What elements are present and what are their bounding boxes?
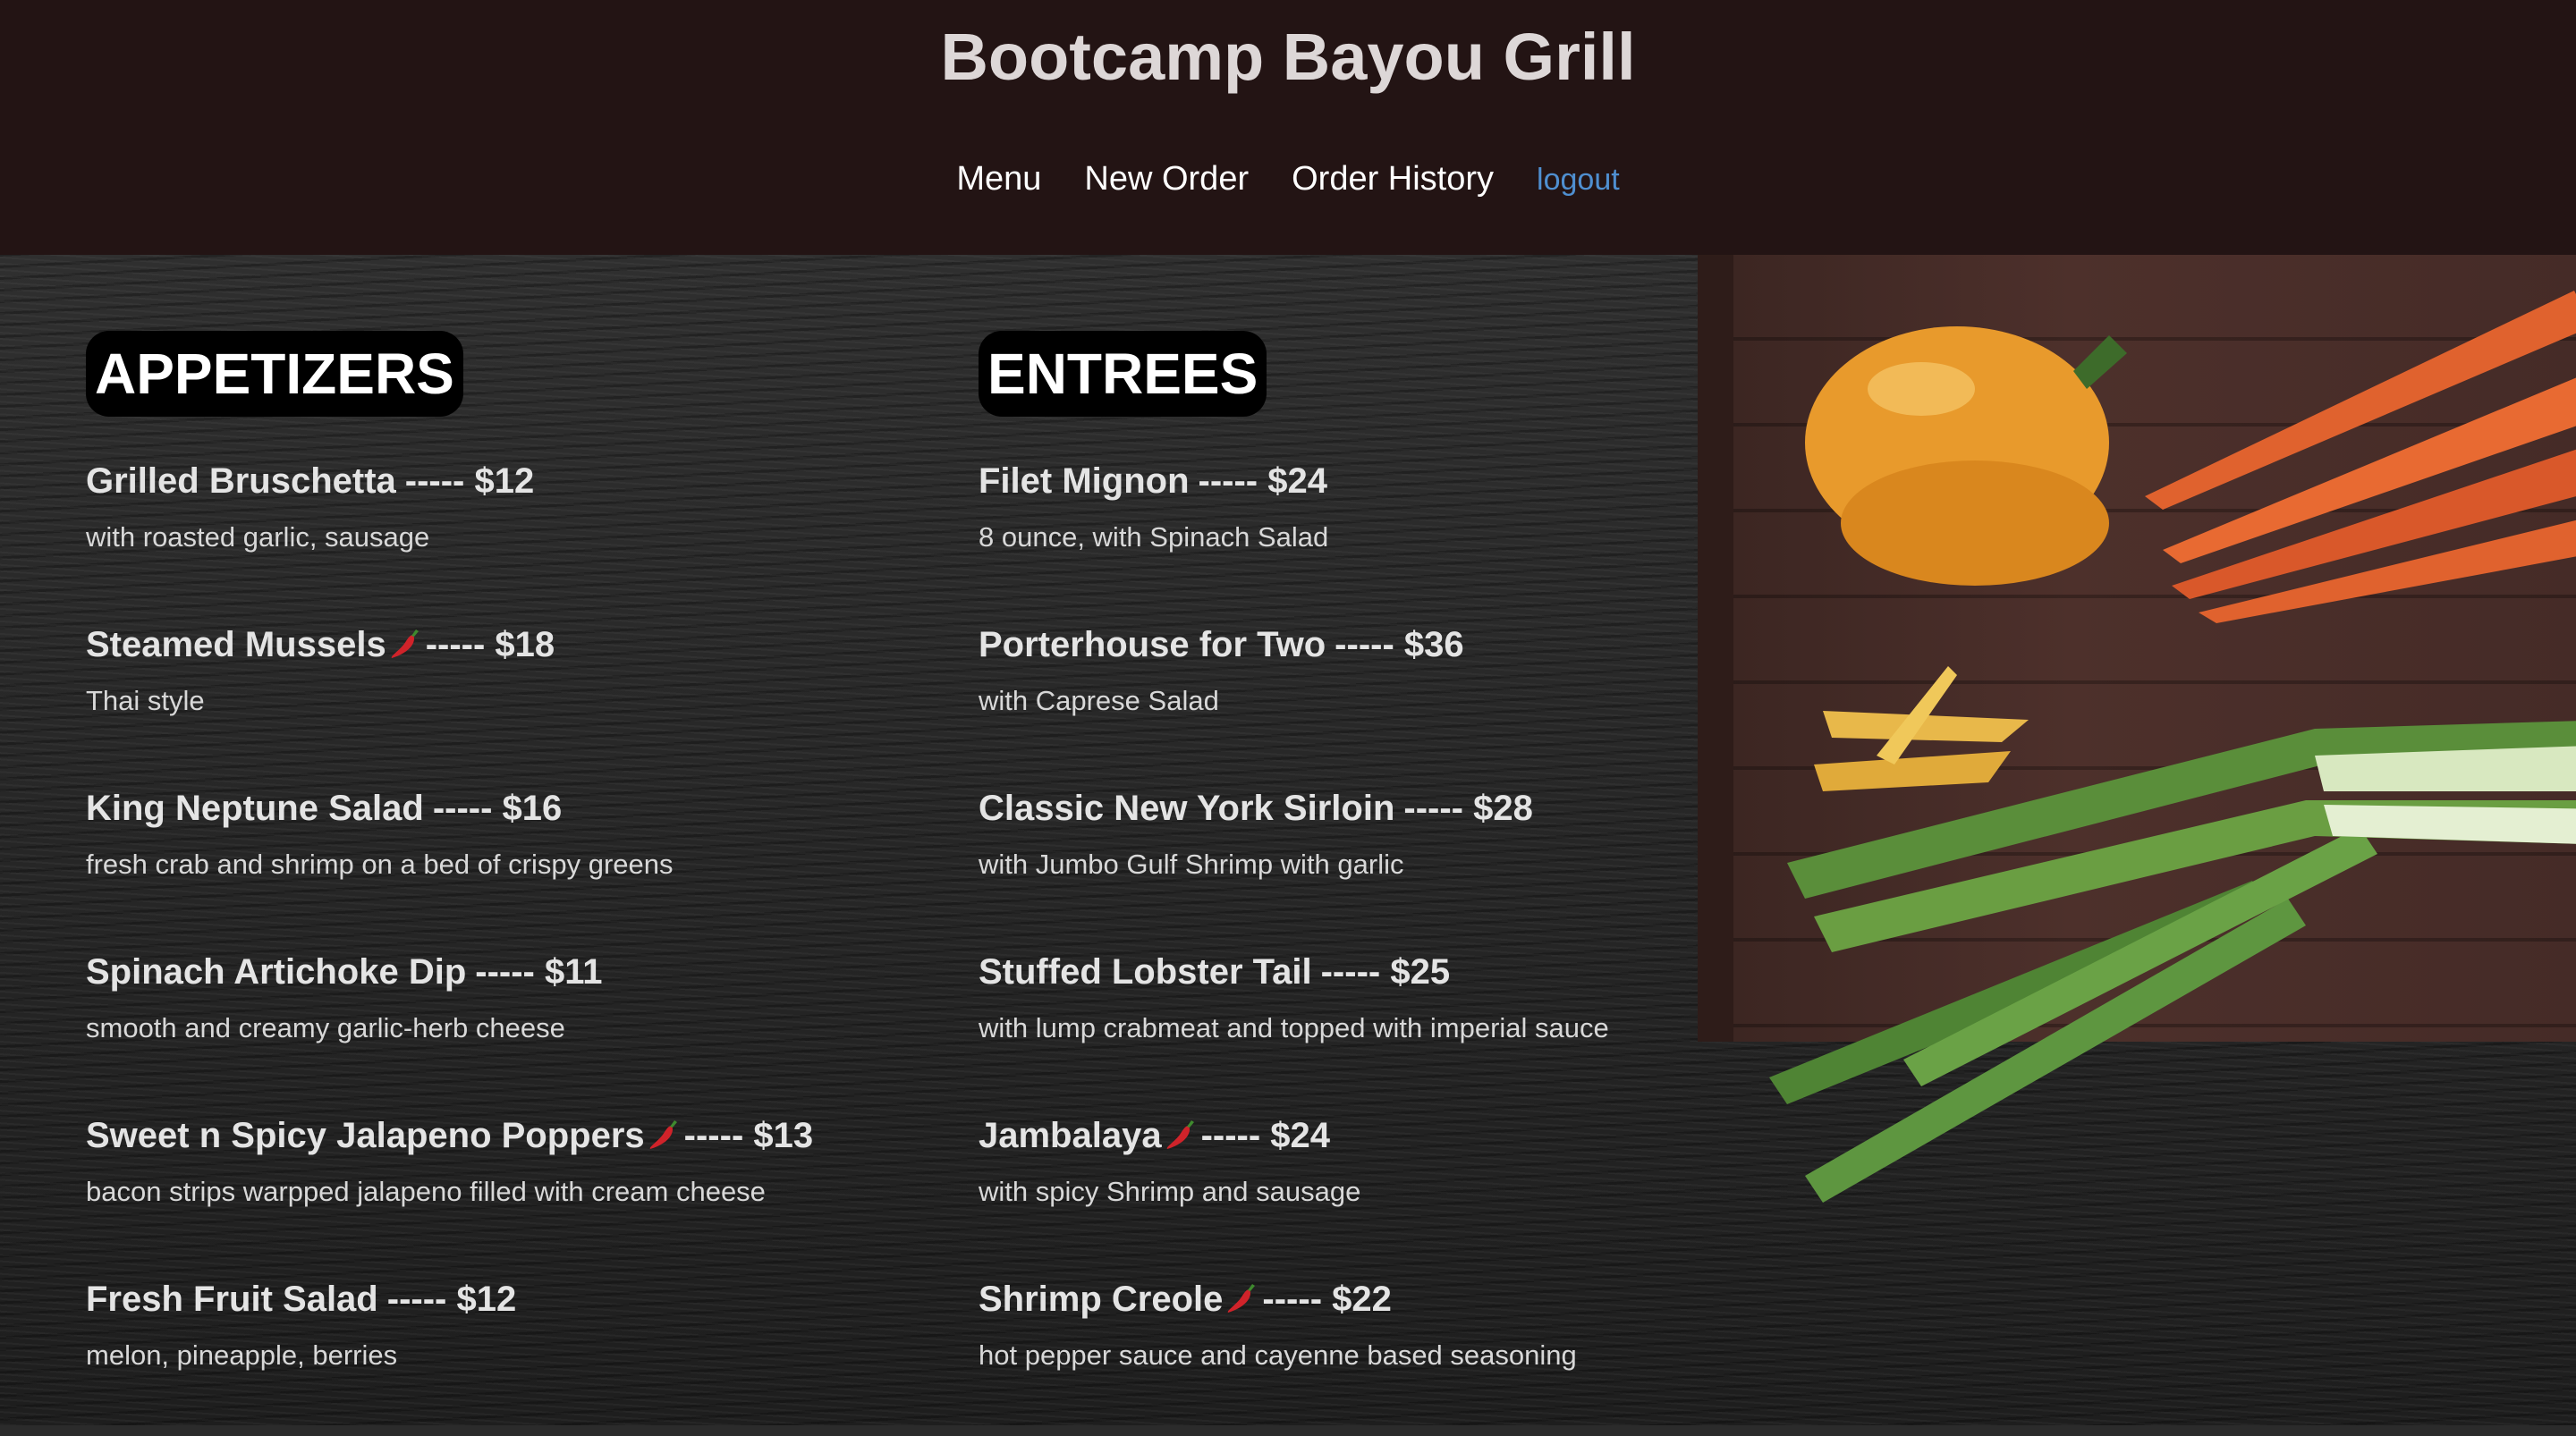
appetizers-heading: APPETIZERS	[86, 331, 463, 417]
menu-item-price: ----- $22	[1262, 1280, 1392, 1319]
menu-item-title: Fresh Fruit Salad ----- $12	[86, 1272, 813, 1326]
menu-item-name: Sweet n Spicy Jalapeno Poppers	[86, 1116, 645, 1155]
chili-pepper-icon	[1228, 1284, 1256, 1313]
menu-item-title: Steamed Mussels ----- $18	[86, 618, 813, 672]
menu-item-title: Filet Mignon ----- $24	[979, 454, 1609, 508]
menu-item: Porterhouse for Two ----- $36 with Caprese…	[979, 618, 1609, 781]
menu-item-description: with spicy Shrimp and sausage	[979, 1176, 1361, 1207]
chili-pepper-icon	[1166, 1120, 1194, 1149]
menu-item-description: bacon strips warpped jalapeno filled wit…	[86, 1176, 766, 1207]
menu-item-name: Classic New York Sirloin	[979, 789, 1395, 828]
menu-item: Jambalaya ----- $24 with spicy Shrimp and …	[979, 1109, 1609, 1272]
menu-item-price: ----- $24	[1198, 461, 1327, 501]
menu-item-description: smooth and creamy garlic-herb cheese	[86, 1012, 565, 1043]
entrees-heading: ENTREES	[979, 331, 1267, 417]
menu-item-price: ----- $12	[386, 1280, 517, 1319]
menu-item-description: melon, pineapple, berries	[86, 1339, 398, 1371]
menu-item: Spinach Artichoke Dip ----- $11 smooth and…	[86, 945, 813, 1109]
menu-item-name: Grilled Bruschetta	[86, 461, 396, 501]
main-nav: Menu New Order Order History logout	[0, 152, 2576, 207]
menu-item-title: Sweet n Spicy Jalapeno Poppers ----- $13	[86, 1109, 813, 1162]
menu-item-name: Jambalaya	[979, 1116, 1162, 1155]
nav-order-history-link[interactable]: Order History	[1292, 152, 1494, 206]
menu-item-price: ----- $16	[432, 789, 563, 828]
vegetables-illustration	[1769, 291, 2576, 1203]
menu-item-description: fresh crab and shrimp on a bed of crispy…	[86, 849, 674, 880]
menu-item-price: ----- $12	[404, 461, 535, 501]
menu-item: Shrimp Creole ----- $22 hot pepper sauce a…	[979, 1272, 1609, 1436]
menu-item-name: Stuffed Lobster Tail	[979, 952, 1312, 992]
menu-item-title: Stuffed Lobster Tail ----- $25	[979, 945, 1609, 999]
menu-item-name: Fresh Fruit Salad	[86, 1280, 378, 1319]
menu-item-title: Jambalaya ----- $24	[979, 1109, 1609, 1162]
nav-menu-link[interactable]: Menu	[956, 152, 1041, 206]
menu-item-title: King Neptune Salad ----- $16	[86, 781, 813, 835]
menu-item-price: ----- $28	[1403, 789, 1533, 828]
menu-item-name: Porterhouse for Two	[979, 625, 1326, 664]
menu-item: Classic New York Sirloin ----- $28 with Ju…	[979, 781, 1609, 945]
menu-item-description: with Jumbo Gulf Shrimp with garlic	[979, 849, 1404, 880]
menu-item-price: ----- $24	[1200, 1116, 1331, 1155]
entrees-list: Filet Mignon ----- $24 8 ounce, with Spina…	[979, 454, 1609, 1436]
menu-item-price: ----- $25	[1320, 952, 1451, 992]
chili-pepper-icon	[391, 629, 419, 658]
menu-item-name: Shrimp Creole	[979, 1280, 1224, 1319]
nav-new-order-link[interactable]: New Order	[1084, 152, 1249, 206]
menu-item-price: ----- $36	[1335, 625, 1464, 664]
menu-item-name: Spinach Artichoke Dip	[86, 952, 467, 992]
menu-item-title: Classic New York Sirloin ----- $28	[979, 781, 1609, 835]
menu-item: Stuffed Lobster Tail ----- $25 with lump c…	[979, 945, 1609, 1109]
menu-item: Steamed Mussels ----- $18 Thai style	[86, 618, 813, 781]
menu-item-name: Steamed Mussels	[86, 625, 386, 664]
chili-pepper-icon	[649, 1120, 677, 1149]
menu-item-name: Filet Mignon	[979, 461, 1190, 501]
menu-item: Filet Mignon ----- $24 8 ounce, with Spina…	[979, 454, 1609, 618]
menu-item-name: King Neptune Salad	[86, 789, 424, 828]
menu-item-title: Grilled Bruschetta ----- $12	[86, 454, 813, 508]
vegetable-board-image	[1698, 255, 2576, 1203]
appetizers-list: Grilled Bruschetta ----- $12 with roasted …	[86, 454, 813, 1436]
menu-item-title: Shrimp Creole ----- $22	[979, 1272, 1609, 1326]
menu-item-description: with roasted garlic, sausage	[86, 521, 430, 553]
menu-item-title: Spinach Artichoke Dip ----- $11	[86, 945, 813, 999]
entrees-section: ENTREES Filet Mignon ----- $24 8 ounce, wi…	[979, 331, 1609, 1436]
site-header: Bootcamp Bayou Grill Menu New Order Orde…	[0, 0, 2576, 255]
menu-item: Grilled Bruschetta ----- $12 with roasted …	[86, 454, 813, 618]
menu-item-description: 8 ounce, with Spinach Salad	[979, 521, 1329, 553]
logout-link[interactable]: logout	[1537, 153, 1620, 207]
menu-item: Fresh Fruit Salad ----- $12 melon, pineapp…	[86, 1272, 813, 1436]
appetizers-section: APPETIZERS Grilled Bruschetta ----- $12 wi…	[86, 331, 813, 1436]
menu-item-description: with Caprese Salad	[979, 685, 1219, 716]
menu-item-description: hot pepper sauce and cayenne based seaso…	[979, 1339, 1577, 1371]
menu-item-price: ----- $18	[425, 625, 555, 664]
menu-item: Sweet n Spicy Jalapeno Poppers ----- $13 b…	[86, 1109, 813, 1272]
menu-item-description: with lump crabmeat and topped with imper…	[979, 1012, 1609, 1043]
site-title: Bootcamp Bayou Grill	[940, 20, 1636, 94]
menu-item: King Neptune Salad ----- $16 fresh crab an…	[86, 781, 813, 945]
menu-item-title: Porterhouse for Two ----- $36	[979, 618, 1609, 672]
menu-item-description: Thai style	[86, 685, 205, 716]
menu-item-price: ----- $13	[683, 1116, 814, 1155]
menu-item-price: ----- $11	[475, 952, 603, 992]
